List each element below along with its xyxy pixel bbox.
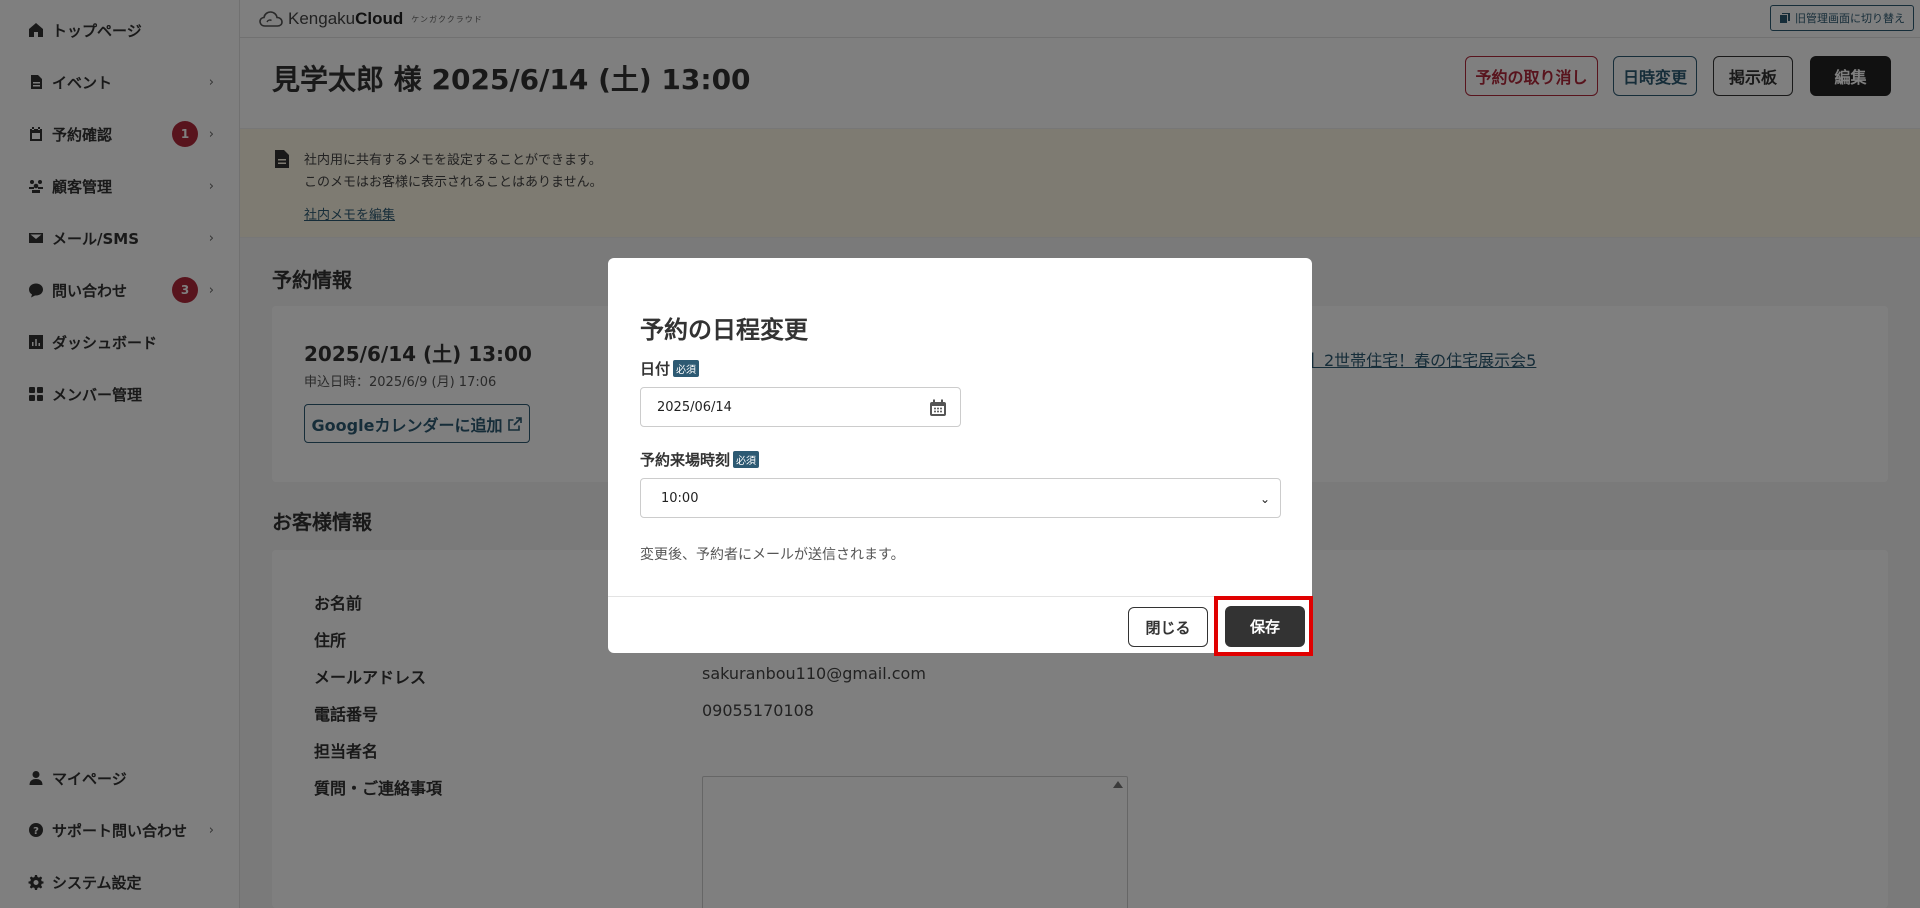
date-field-label: 日付 必須 bbox=[640, 358, 700, 379]
email-notice: 変更後、予約者にメールが送信されます。 bbox=[640, 547, 905, 563]
chevron-down-icon: ⌄ bbox=[1259, 492, 1270, 506]
date-label: 日付 bbox=[640, 360, 671, 378]
time-label: 予約来場時刻 bbox=[640, 451, 731, 469]
calendar-icon[interactable] bbox=[928, 398, 948, 418]
date-value: 2025/06/14 bbox=[657, 399, 732, 415]
time-select[interactable]: 10:00 ⌄ bbox=[640, 478, 1281, 518]
modal-title: 予約の日程変更 bbox=[640, 316, 808, 344]
time-field-label: 予約来場時刻 必須 bbox=[640, 449, 760, 470]
close-button[interactable]: 閉じる bbox=[1128, 607, 1208, 647]
required-badge: 必須 bbox=[673, 360, 700, 377]
modal-divider bbox=[608, 596, 1312, 597]
time-value: 10:00 bbox=[661, 490, 699, 506]
reschedule-modal: 予約の日程変更 日付 必須 2025/06/14 予約来場時刻 必須 10:00… bbox=[608, 258, 1312, 653]
save-button-highlight bbox=[1214, 596, 1313, 656]
required-badge: 必須 bbox=[733, 451, 760, 468]
date-input[interactable]: 2025/06/14 bbox=[640, 387, 961, 427]
